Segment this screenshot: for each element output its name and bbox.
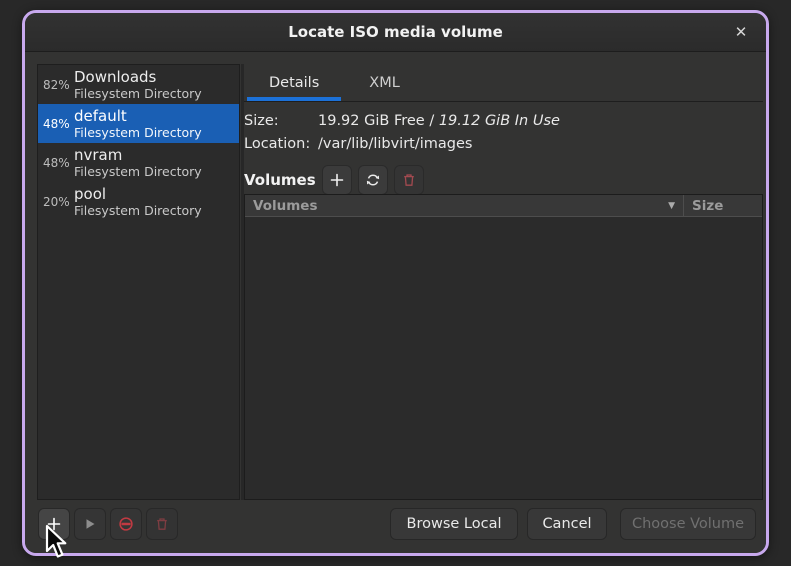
column-header-volumes[interactable]: Volumes ▼	[245, 195, 684, 216]
locate-iso-dialog: Locate ISO media volume ✕ 82% Downloads …	[22, 10, 769, 556]
stop-circle-icon	[118, 516, 134, 532]
cancel-label: Cancel	[542, 516, 591, 532]
pool-row-pool[interactable]: 20% pool Filesystem Directory	[38, 182, 239, 221]
dialog-title: Locate ISO media volume	[288, 23, 503, 41]
pool-usage-percent: 82%	[43, 78, 74, 92]
volumes-table-header: Volumes ▼ Size	[245, 195, 762, 217]
tab-xml-label: XML	[369, 75, 400, 91]
delete-volume-button[interactable]	[394, 165, 424, 195]
location-row: Location: /var/lib/libvirt/images	[244, 133, 763, 156]
pool-details-pane: Details XML Size: 19.92 GiB Free / 19.12…	[244, 64, 763, 500]
pool-meta: default Filesystem Directory	[74, 107, 202, 140]
trash-icon	[401, 172, 417, 188]
volumes-column-label: Volumes	[253, 198, 317, 214]
size-free-value: 19.92 GiB Free /	[318, 110, 439, 133]
pool-name: pool	[74, 185, 202, 203]
cancel-button[interactable]: Cancel	[527, 508, 607, 540]
volumes-toolbar: Volumes	[244, 165, 763, 195]
pool-name: nvram	[74, 146, 202, 164]
plus-icon	[46, 516, 62, 532]
pool-name: Downloads	[74, 68, 202, 86]
volumes-section-label: Volumes	[244, 171, 322, 189]
tab-details[interactable]: Details	[244, 64, 344, 101]
dialog-content: 82% Downloads Filesystem Directory 48% d…	[25, 53, 766, 553]
trash-icon	[154, 516, 170, 532]
pool-meta: Downloads Filesystem Directory	[74, 68, 202, 101]
volumes-table: Volumes ▼ Size	[244, 194, 763, 500]
plus-icon	[329, 172, 345, 188]
detail-rows: Size: 19.92 GiB Free / 19.12 GiB In Use …	[244, 110, 763, 156]
stop-pool-button[interactable]	[110, 508, 142, 540]
sort-descending-icon: ▼	[668, 201, 675, 211]
choose-volume-button[interactable]: Choose Volume	[620, 508, 756, 540]
pool-type: Filesystem Directory	[74, 203, 202, 218]
refresh-volumes-button[interactable]	[358, 165, 388, 195]
pool-type: Filesystem Directory	[74, 125, 202, 140]
pool-type: Filesystem Directory	[74, 164, 202, 179]
refresh-icon	[365, 172, 381, 188]
pool-meta: pool Filesystem Directory	[74, 185, 202, 218]
size-column-label: Size	[692, 198, 723, 214]
volumes-table-body	[245, 217, 762, 499]
tab-xml[interactable]: XML	[344, 64, 425, 101]
pool-usage-percent: 48%	[43, 156, 74, 170]
titlebar[interactable]: Locate ISO media volume ✕	[25, 13, 766, 52]
add-pool-button[interactable]	[38, 508, 70, 540]
pool-type: Filesystem Directory	[74, 86, 202, 101]
pool-row-nvram[interactable]: 48% nvram Filesystem Directory	[38, 143, 239, 182]
choose-volume-label: Choose Volume	[632, 516, 744, 532]
pool-row-default[interactable]: 48% default Filesystem Directory	[38, 104, 239, 143]
storage-pool-list: 82% Downloads Filesystem Directory 48% d…	[37, 64, 240, 500]
location-value: /var/lib/libvirt/images	[318, 133, 472, 156]
close-button[interactable]: ✕	[729, 20, 753, 44]
column-header-size[interactable]: Size	[684, 195, 762, 216]
close-icon: ✕	[735, 23, 748, 41]
delete-pool-button[interactable]	[146, 508, 178, 540]
location-label: Location:	[244, 133, 318, 156]
tabstrip: Details XML	[244, 64, 763, 102]
pool-row-downloads[interactable]: 82% Downloads Filesystem Directory	[38, 65, 239, 104]
pool-usage-percent: 48%	[43, 117, 74, 131]
browse-local-label: Browse Local	[407, 516, 502, 532]
pool-name: default	[74, 107, 202, 125]
start-pool-button[interactable]	[74, 508, 106, 540]
add-volume-button[interactable]	[322, 165, 352, 195]
size-label: Size:	[244, 110, 318, 133]
play-icon	[83, 517, 97, 531]
pool-usage-percent: 20%	[43, 195, 74, 209]
size-in-use-value: 19.12 GiB In Use	[439, 110, 560, 133]
size-row: Size: 19.92 GiB Free / 19.12 GiB In Use	[244, 110, 763, 133]
tab-details-label: Details	[269, 75, 319, 91]
browse-local-button[interactable]: Browse Local	[390, 508, 518, 540]
pool-meta: nvram Filesystem Directory	[74, 146, 202, 179]
desktop-background: { "window": { "title": "Locate ISO media…	[0, 0, 791, 566]
